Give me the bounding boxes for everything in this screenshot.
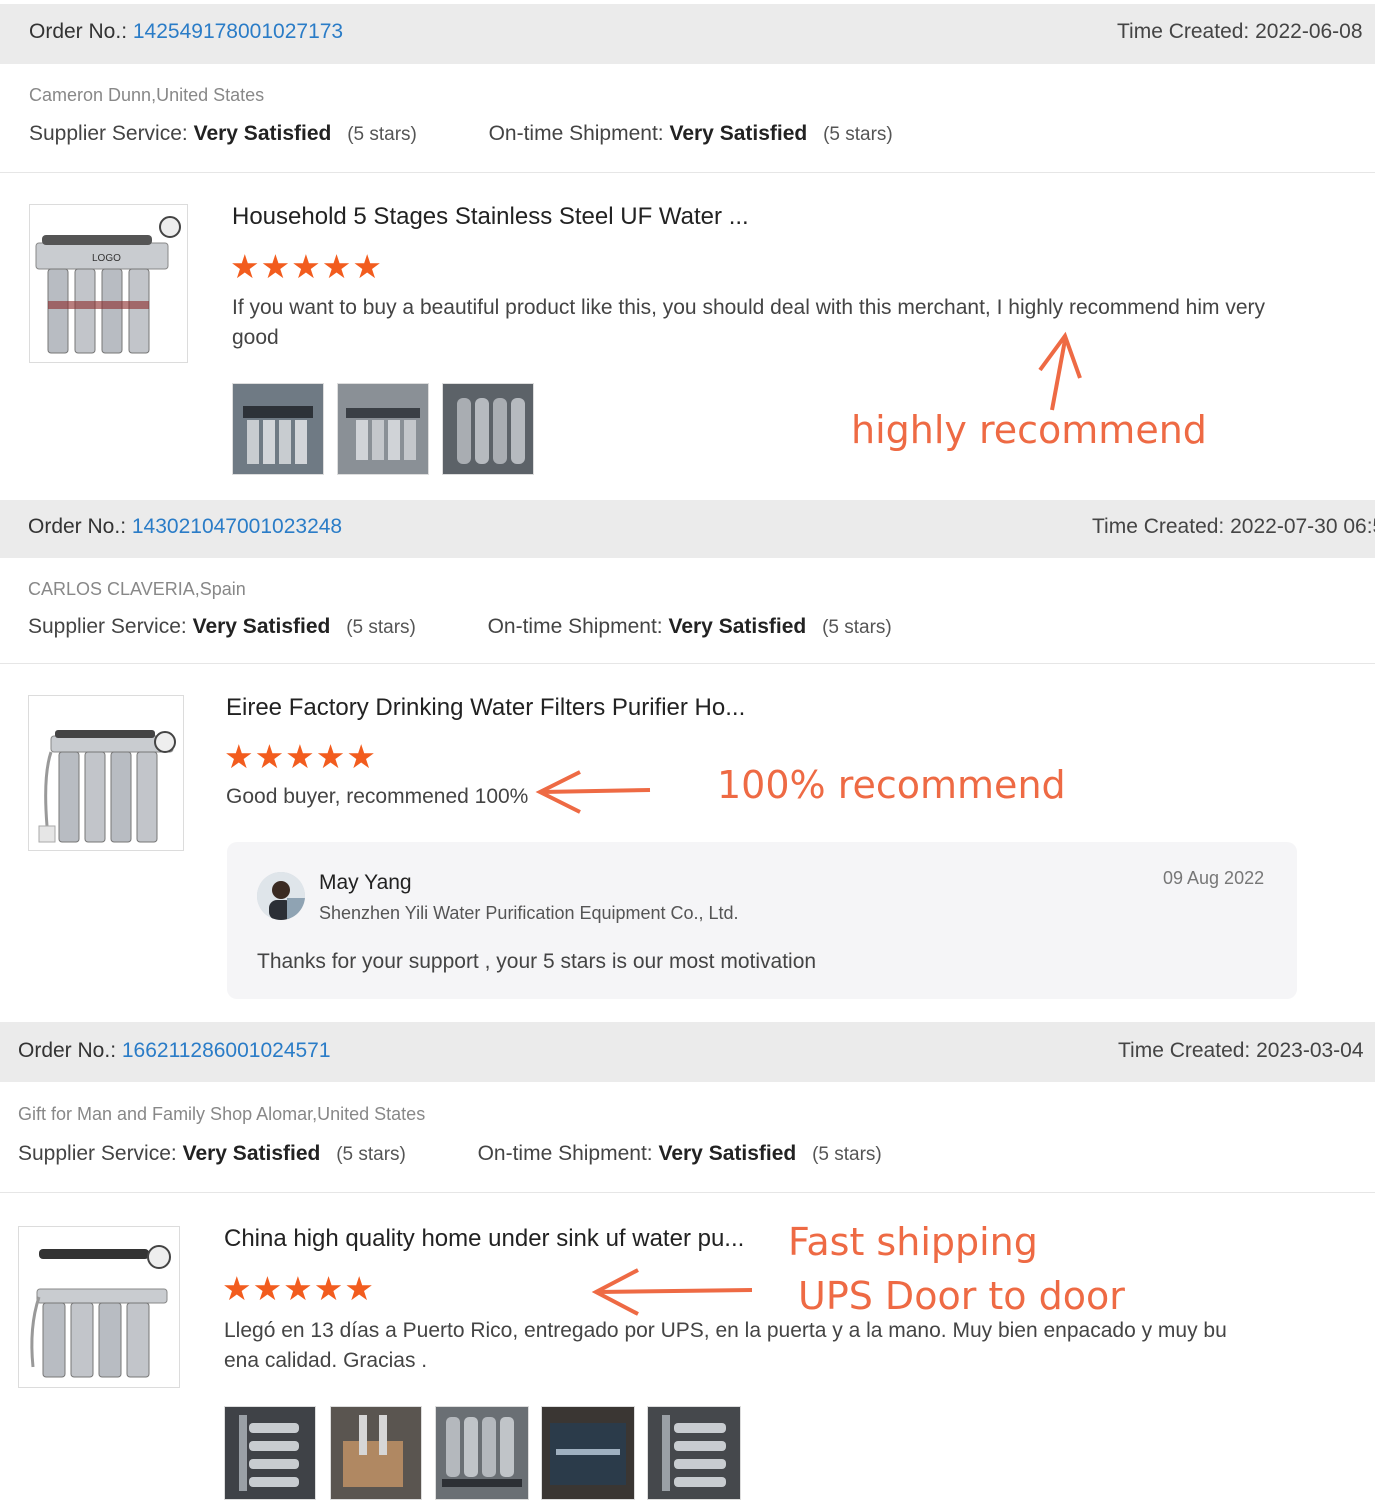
product-image[interactable] [18,1226,180,1388]
supplier-service-label: Supplier Service: [18,1142,177,1165]
annotation-100-recommend: 100% recommend [717,763,1066,807]
supplier-service-rating: Very Satisfied [193,122,332,145]
product-title[interactable]: China high quality home under sink uf wa… [224,1225,744,1253]
review-photo[interactable] [337,383,429,475]
time-created-value: 2022-06-08 [1255,20,1363,43]
product-title[interactable]: Eiree Factory Drinking Water Filters Pur… [226,694,745,722]
buyer-name: CARLOS CLAVERIA,Spain [28,579,246,599]
annotation-highly-recommend: highly recommend [851,408,1207,452]
order-number-link[interactable]: 143021047001023248 [132,515,342,538]
order-number-link[interactable]: 166211286001024571 [122,1039,331,1062]
avatar [257,872,305,920]
review-photo[interactable] [442,383,534,475]
supplier-service-rating: Very Satisfied [182,1142,321,1165]
supplier-service-label: Supplier Service: [29,122,188,145]
supplier-service-stars: (5 stars) [336,1144,406,1165]
shipment-stars: (5 stars) [812,1144,882,1165]
time-created-value: 2022-07-30 06:5 [1230,515,1375,538]
time-created-label: Time Created: [1118,1039,1251,1062]
product-image-logo: LOGO [92,253,121,264]
ratings-row: Supplier Service: Very Satisfied (5 star… [29,122,893,146]
annotation-ups-door-to-door: UPS Door to door [798,1274,1125,1318]
order-no-label: Order No.: [28,515,127,538]
divider [0,1192,1375,1193]
review-text: Llegó en 13 días a Puerto Rico, entregad… [224,1319,1227,1372]
order-number-link[interactable]: 142549178001027173 [133,20,343,43]
star-rating: ★★★★★ [230,248,383,285]
order-number: Order No.: 166211286001024571 [18,1039,331,1063]
reply-date: 09 Aug 2022 [1163,868,1265,888]
shipment-rating: Very Satisfied [668,615,807,638]
arrow-annotation-icon [591,1268,753,1316]
review-text: Good buyer, recommened 100% [226,785,529,808]
arrow-annotation-icon [535,770,651,814]
arrow-annotation-icon [1038,331,1082,411]
order-number: Order No.: 142549178001027173 [29,20,343,44]
review-photo[interactable] [647,1406,741,1500]
time-created-value: 2023-03-04 [1256,1039,1364,1062]
order-no-label: Order No.: [18,1039,117,1062]
supplier-service-stars: (5 stars) [347,124,417,145]
annotation-fast-shipping: Fast shipping [788,1220,1038,1264]
order-no-label: Order No.: [29,20,128,43]
time-created-label: Time Created: [1092,515,1225,538]
product-title[interactable]: Household 5 Stages Stainless Steel UF Wa… [232,203,749,231]
ratings-row: Supplier Service: Very Satisfied (5 star… [18,1142,882,1166]
shipment-stars: (5 stars) [823,124,893,145]
product-image[interactable] [28,695,184,851]
buyer-name: Gift for Man and Family Shop Alomar,Unit… [18,1104,426,1124]
shipment-label: On-time Shipment: [477,1142,653,1165]
shipment-stars: (5 stars) [822,617,892,638]
supplier-service-rating: Very Satisfied [192,615,331,638]
review-photo[interactable] [541,1406,635,1500]
star-rating: ★★★★★ [224,738,377,775]
time-created-label: Time Created: [1117,20,1250,43]
reply-text: Thanks for your support , your 5 stars i… [257,950,817,973]
review-photo[interactable] [330,1406,422,1500]
review-text: If you want to buy a beautiful product l… [232,296,1266,349]
time-created: Time Created: 2022-07-30 06:5 [1092,515,1375,539]
shipment-rating: Very Satisfied [669,122,808,145]
star-rating: ★★★★★ [222,1270,375,1307]
divider [0,663,1375,664]
review-photo[interactable] [232,383,324,475]
time-created: Time Created: 2023-03-04 [1118,1039,1364,1063]
supplier-service-stars: (5 stars) [346,617,416,638]
supplier-service-label: Supplier Service: [28,615,187,638]
reply-company: Shenzhen Yili Water Purification Equipme… [319,903,739,923]
ratings-row: Supplier Service: Very Satisfied (5 star… [28,615,892,639]
buyer-name: Cameron Dunn,United States [29,85,265,105]
review-photo[interactable] [224,1406,316,1500]
reply-author-name: May Yang [319,871,412,894]
review-photo[interactable] [435,1406,529,1500]
shipment-rating: Very Satisfied [658,1142,797,1165]
product-image[interactable]: LOGO [29,204,188,363]
divider [0,172,1375,173]
order-number: Order No.: 143021047001023248 [28,515,342,539]
time-created: Time Created: 2022-06-08 [1117,20,1363,44]
shipment-label: On-time Shipment: [487,615,663,638]
shipment-label: On-time Shipment: [488,122,664,145]
